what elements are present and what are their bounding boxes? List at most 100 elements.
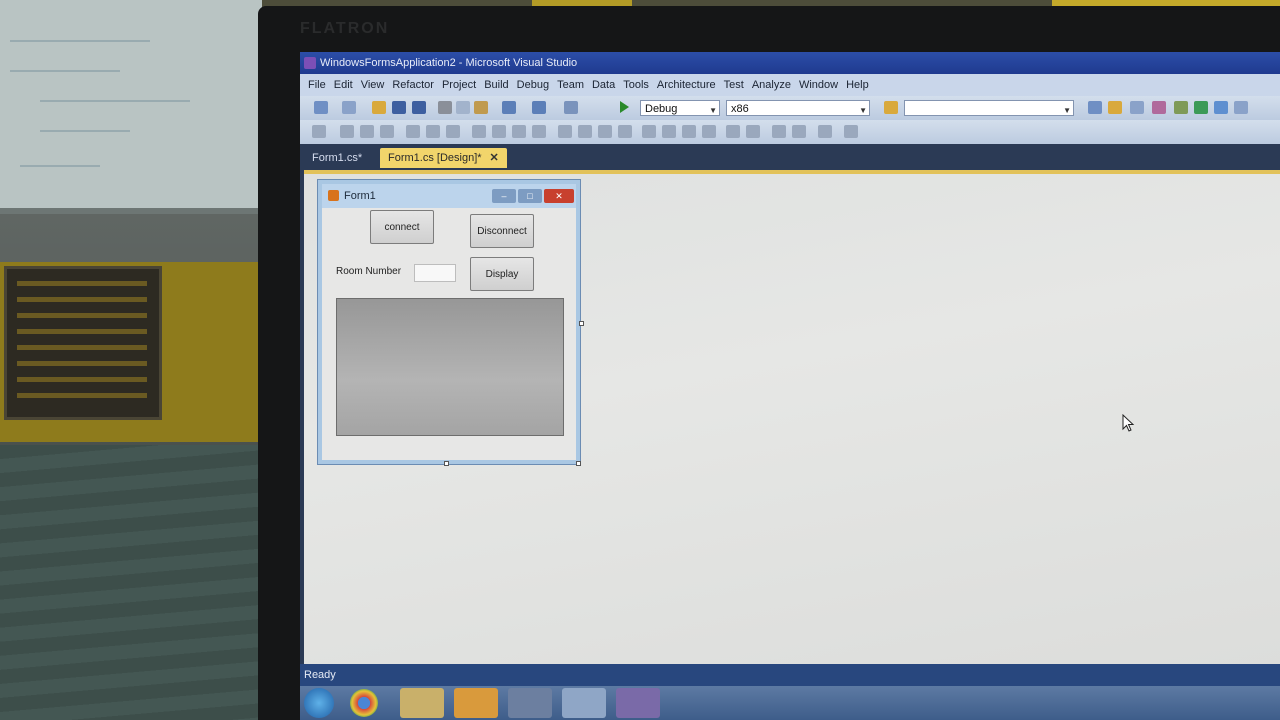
- app-icon[interactable]: [508, 688, 552, 718]
- new-project-icon[interactable]: [314, 101, 328, 114]
- visual-studio-taskbar-icon[interactable]: [616, 688, 660, 718]
- disconnect-button[interactable]: Disconnect: [470, 214, 534, 248]
- designer-surface[interactable]: Form1 – □ ✕ connect Disconnect Room Numb…: [304, 170, 1280, 668]
- resize-handle-corner[interactable]: [576, 461, 581, 466]
- vertical-spacing-icon[interactable]: [642, 125, 656, 138]
- menu-tools[interactable]: Tools: [623, 79, 657, 91]
- platform-dropdown[interactable]: x86 ▼: [726, 100, 870, 116]
- chrome-icon[interactable]: [350, 689, 378, 717]
- solution-config-dropdown[interactable]: Debug ▼: [640, 100, 720, 116]
- room-number-label: Room Number: [336, 266, 402, 277]
- decrease-vspacing-icon[interactable]: [682, 125, 696, 138]
- send-to-back-icon[interactable]: [792, 125, 806, 138]
- visual-studio-icon: [304, 57, 316, 69]
- remove-hspacing-icon[interactable]: [618, 125, 632, 138]
- menu-build[interactable]: Build: [484, 79, 516, 91]
- extension-manager-icon[interactable]: [1174, 101, 1188, 114]
- make-same-width-icon[interactable]: [472, 125, 486, 138]
- resize-handle-bottom[interactable]: [444, 461, 449, 466]
- make-same-height-icon[interactable]: [492, 125, 506, 138]
- make-same-size-icon[interactable]: [512, 125, 526, 138]
- tab-order-icon[interactable]: [818, 125, 832, 138]
- start-debugging-icon[interactable]: [620, 101, 629, 113]
- platform-value: x86: [731, 103, 749, 115]
- object-browser-icon[interactable]: [1130, 101, 1144, 114]
- menu-refactor[interactable]: Refactor: [392, 79, 442, 91]
- increase-vspacing-icon[interactable]: [662, 125, 676, 138]
- align-bottoms-icon[interactable]: [446, 125, 460, 138]
- size-to-grid-icon[interactable]: [532, 125, 546, 138]
- align-middles-icon[interactable]: [426, 125, 440, 138]
- undo-icon[interactable]: [502, 101, 516, 114]
- increase-hspacing-icon[interactable]: [578, 125, 592, 138]
- find-in-files-icon[interactable]: [884, 101, 898, 114]
- close-icon[interactable]: ✕: [544, 189, 574, 203]
- form1-window[interactable]: Form1 – □ ✕ connect Disconnect Room Numb…: [318, 180, 580, 464]
- cut-icon[interactable]: [438, 101, 452, 114]
- resize-handle-right[interactable]: [579, 321, 584, 326]
- layout-toolbar: [300, 120, 1280, 144]
- menu-debug[interactable]: Debug: [517, 79, 557, 91]
- center-vertically-icon[interactable]: [746, 125, 760, 138]
- chevron-down-icon: ▼: [859, 106, 867, 115]
- menu-architecture[interactable]: Architecture: [657, 79, 724, 91]
- close-icon[interactable]: ✕: [490, 152, 499, 164]
- refresh-icon[interactable]: [1194, 101, 1208, 114]
- save-all-icon[interactable]: [412, 101, 426, 114]
- start-button-icon[interactable]: [304, 688, 334, 718]
- minimize-icon[interactable]: –: [492, 189, 516, 203]
- align-lefts-icon[interactable]: [340, 125, 354, 138]
- command-window-icon[interactable]: [1234, 101, 1248, 114]
- tab-form1-cs[interactable]: Form1.cs*: [304, 148, 370, 168]
- connect-button[interactable]: connect: [370, 210, 434, 244]
- network-icon[interactable]: [562, 688, 606, 718]
- output-listbox[interactable]: [336, 298, 564, 436]
- toolbox-icon[interactable]: [1152, 101, 1166, 114]
- menu-edit[interactable]: Edit: [334, 79, 361, 91]
- standard-toolbar: Debug ▼ x86 ▼ ▼: [300, 96, 1280, 120]
- form1-titlebar[interactable]: Form1 – □ ✕: [322, 184, 576, 208]
- align-to-grid-icon[interactable]: [312, 125, 326, 138]
- file-explorer-icon[interactable]: [400, 688, 444, 718]
- navigate-icon[interactable]: [564, 101, 578, 114]
- decrease-hspacing-icon[interactable]: [598, 125, 612, 138]
- media-player-icon[interactable]: [454, 688, 498, 718]
- menu-help[interactable]: Help: [846, 79, 877, 91]
- maximize-icon[interactable]: □: [518, 189, 542, 203]
- horizontal-spacing-icon[interactable]: [558, 125, 572, 138]
- properties-icon[interactable]: [1108, 101, 1122, 114]
- align-rights-icon[interactable]: [380, 125, 394, 138]
- save-icon[interactable]: [392, 101, 406, 114]
- whiteboard: [0, 0, 262, 214]
- menu-project[interactable]: Project: [442, 79, 484, 91]
- lock-controls-icon[interactable]: [844, 125, 858, 138]
- menu-team[interactable]: Team: [557, 79, 592, 91]
- menu-bar: File Edit View Refactor Project Build De…: [300, 74, 1280, 96]
- menu-file[interactable]: File: [308, 79, 334, 91]
- menu-data[interactable]: Data: [592, 79, 623, 91]
- menu-analyze[interactable]: Analyze: [752, 79, 799, 91]
- align-centers-icon[interactable]: [360, 125, 374, 138]
- paste-icon[interactable]: [474, 101, 488, 114]
- open-icon[interactable]: [372, 101, 386, 114]
- status-text: Ready: [304, 669, 336, 681]
- menu-window[interactable]: Window: [799, 79, 846, 91]
- bring-to-front-icon[interactable]: [772, 125, 786, 138]
- start-page-icon[interactable]: [1214, 101, 1228, 114]
- align-tops-icon[interactable]: [406, 125, 420, 138]
- mouse-pointer-icon: [1122, 414, 1135, 432]
- room-number-input[interactable]: [414, 264, 456, 282]
- solution-config-value: Debug: [645, 103, 678, 115]
- menu-view[interactable]: View: [361, 79, 393, 91]
- find-combo[interactable]: ▼: [904, 100, 1074, 116]
- remove-vspacing-icon[interactable]: [702, 125, 716, 138]
- tab-form1-design[interactable]: Form1.cs [Design]* ✕: [380, 148, 507, 168]
- add-item-icon[interactable]: [342, 101, 356, 114]
- chevron-down-icon: ▼: [1063, 106, 1071, 115]
- menu-test[interactable]: Test: [724, 79, 752, 91]
- solution-explorer-icon[interactable]: [1088, 101, 1102, 114]
- display-button[interactable]: Display: [470, 257, 534, 291]
- center-horizontally-icon[interactable]: [726, 125, 740, 138]
- redo-icon[interactable]: [532, 101, 546, 114]
- copy-icon[interactable]: [456, 101, 470, 114]
